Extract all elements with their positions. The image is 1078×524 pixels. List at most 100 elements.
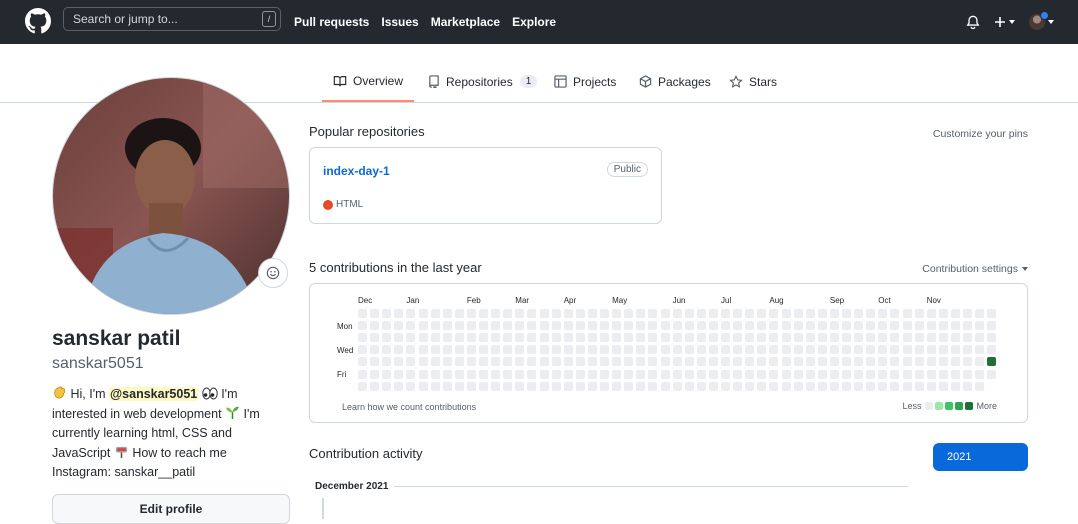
contribution-day-cell[interactable] <box>539 369 549 379</box>
contribution-day-cell[interactable] <box>515 357 525 367</box>
contribution-day-cell[interactable] <box>938 357 948 367</box>
contribution-day-cell[interactable] <box>479 357 488 367</box>
contribution-day-cell[interactable] <box>454 357 464 367</box>
contribution-day-cell[interactable] <box>757 381 767 391</box>
contribution-day-cell[interactable] <box>987 321 997 331</box>
contribution-day-cell[interactable] <box>890 357 900 367</box>
contribution-day-cell[interactable] <box>866 381 876 391</box>
contribution-day-cell[interactable] <box>406 357 416 367</box>
contribution-day-cell[interactable] <box>370 357 380 367</box>
contribution-day-cell[interactable] <box>394 369 404 379</box>
contribution-day-cell[interactable] <box>696 321 706 331</box>
contribution-day-cell[interactable] <box>527 357 537 367</box>
contribution-day-cell[interactable] <box>563 357 573 367</box>
contribution-day-cell[interactable] <box>515 381 525 391</box>
contribution-day-cell[interactable] <box>854 309 864 318</box>
contribution-day-cell[interactable] <box>902 345 912 355</box>
contribution-day-cell[interactable] <box>454 345 464 355</box>
contribution-day-cell[interactable] <box>829 309 839 318</box>
contribution-day-cell[interactable] <box>551 321 561 331</box>
contribution-day-cell[interactable] <box>793 381 803 391</box>
contribution-day-cell[interactable] <box>648 321 658 331</box>
contribution-day-cell[interactable] <box>418 333 428 343</box>
contribution-day-cell[interactable] <box>600 357 609 367</box>
contribution-day-cell[interactable] <box>600 333 609 343</box>
contribution-day-cell[interactable] <box>745 357 755 367</box>
contribution-day-cell[interactable] <box>466 357 476 367</box>
contribution-settings-button[interactable]: Contribution settings <box>922 263 1028 275</box>
contribution-day-cell[interactable] <box>479 321 488 331</box>
contribution-day-cell[interactable] <box>539 381 549 391</box>
contribution-day-cell[interactable] <box>866 357 876 367</box>
contribution-day-cell[interactable] <box>745 333 755 343</box>
contribution-day-cell[interactable] <box>624 357 634 367</box>
contribution-day-cell[interactable] <box>612 333 622 343</box>
contribution-day-cell[interactable] <box>600 345 609 355</box>
customize-pins-link[interactable]: Customize your pins <box>933 128 1028 140</box>
contribution-day-cell[interactable] <box>563 321 573 331</box>
contribution-day-cell[interactable] <box>575 357 585 367</box>
contribution-day-cell[interactable] <box>491 333 501 343</box>
contribution-day-cell[interactable] <box>902 369 912 379</box>
contribution-day-cell[interactable] <box>430 381 440 391</box>
contribution-day-cell[interactable] <box>829 369 839 379</box>
contribution-day-cell[interactable] <box>418 309 428 318</box>
contribution-day-cell[interactable] <box>551 309 561 318</box>
contribution-day-cell[interactable] <box>587 345 597 355</box>
contribution-day-cell[interactable] <box>612 381 622 391</box>
contribution-day-cell[interactable] <box>793 345 803 355</box>
contribution-day-cell[interactable] <box>382 345 392 355</box>
contribution-day-cell[interactable] <box>539 309 549 318</box>
contribution-day-cell[interactable] <box>757 321 767 331</box>
contribution-day-cell[interactable] <box>612 369 622 379</box>
contribution-day-cell[interactable] <box>466 309 476 318</box>
contribution-day-cell[interactable] <box>491 369 501 379</box>
contribution-day-cell[interactable] <box>660 345 670 355</box>
contribution-day-cell[interactable] <box>466 321 476 331</box>
year-2021-button[interactable]: 2021 <box>933 443 1028 471</box>
contribution-day-cell[interactable] <box>950 369 960 379</box>
tab-overview[interactable]: Overview <box>322 62 414 102</box>
contribution-day-cell[interactable] <box>938 309 948 318</box>
contribution-day-cell[interactable] <box>854 357 864 367</box>
contribution-day-cell[interactable] <box>430 345 440 355</box>
contribution-day-cell[interactable] <box>515 321 525 331</box>
contribution-day-cell[interactable] <box>745 321 755 331</box>
tab-projects[interactable]: Projects <box>554 62 616 101</box>
contribution-day-cell[interactable] <box>842 321 851 331</box>
contribution-day-cell[interactable] <box>648 345 658 355</box>
contribution-day-cell[interactable] <box>854 369 864 379</box>
contribution-day-cell[interactable] <box>563 345 573 355</box>
contribution-day-cell[interactable] <box>963 381 972 391</box>
contribution-day-cell[interactable] <box>950 357 960 367</box>
edit-profile-button[interactable]: Edit profile <box>52 494 290 524</box>
tab-repositories[interactable]: Repositories 1 <box>428 62 538 101</box>
contribution-day-cell[interactable] <box>418 381 428 391</box>
tab-packages[interactable]: Packages <box>639 62 711 101</box>
contribution-day-cell[interactable] <box>805 333 815 343</box>
nav-explore[interactable]: Explore <box>512 15 556 29</box>
contribution-day-cell[interactable] <box>926 357 936 367</box>
contribution-day-cell[interactable] <box>406 333 416 343</box>
contribution-day-cell[interactable] <box>975 345 985 355</box>
contribution-day-cell[interactable] <box>987 369 997 379</box>
contribution-day-cell[interactable] <box>382 309 392 318</box>
contribution-day-cell[interactable] <box>854 321 864 331</box>
contribution-day-cell[interactable] <box>575 369 585 379</box>
contribution-day-cell[interactable] <box>708 333 718 343</box>
contribution-day-cell[interactable] <box>878 309 888 318</box>
contribution-day-cell[interactable] <box>406 321 416 331</box>
create-new-button[interactable] <box>994 16 1015 28</box>
contribution-day-cell[interactable] <box>914 321 924 331</box>
contribution-day-cell[interactable] <box>442 369 452 379</box>
contribution-day-cell[interactable] <box>370 321 380 331</box>
contribution-day-cell[interactable] <box>587 321 597 331</box>
contribution-day-cell[interactable] <box>394 309 404 318</box>
contribution-day-cell[interactable] <box>539 357 549 367</box>
contribution-day-cell[interactable] <box>866 333 876 343</box>
contribution-day-cell[interactable] <box>358 333 367 343</box>
contribution-day-cell[interactable] <box>975 309 985 318</box>
contribution-day-cell[interactable] <box>454 381 464 391</box>
contribution-day-cell[interactable] <box>975 321 985 331</box>
contribution-day-cell[interactable] <box>515 345 525 355</box>
